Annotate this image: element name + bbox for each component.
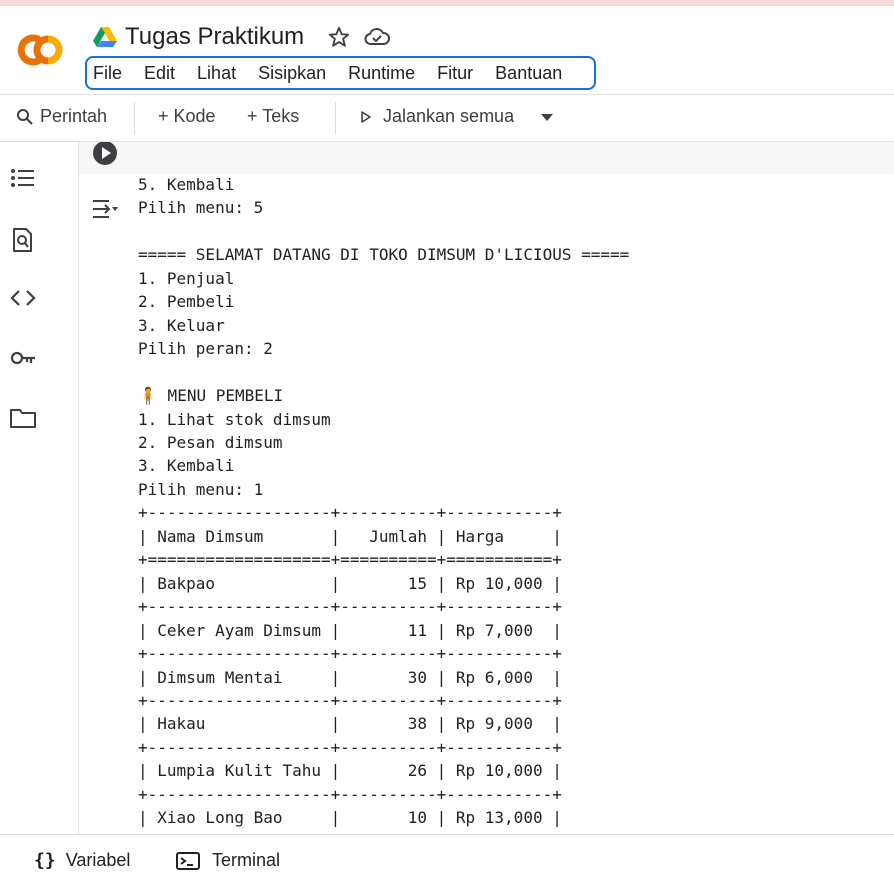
output-actions-icon[interactable] [90,196,120,222]
toc-icon[interactable] [9,164,37,192]
output-line: 5. Kembali [138,175,235,194]
toolbar: Perintah + Kode + Teks Jalankan semua [0,95,894,142]
chevron-down-icon[interactable] [540,113,554,123]
run-all-label: Jalankan semua [383,106,515,126]
run-all-button[interactable]: Jalankan semua [359,106,514,127]
output-line: | Dimsum Mentai | 30 | Rp 6,000 | [138,667,562,687]
secrets-key-icon[interactable] [9,344,37,372]
terminal-button[interactable]: Terminal [176,850,280,871]
output-line: Pilih menu: 5 [138,198,264,218]
braces-icon: {} [34,850,56,871]
output-line: | Xiao Long Bao | 10 | Rp 13,000 | [138,808,562,828]
output-line: Pilih peran: 2 [138,339,273,359]
output-line: 1. Lihat stok dimsum [138,409,331,429]
output-line: 2. Pesan dimsum [138,432,283,452]
star-icon[interactable] [328,26,350,48]
output-line: | Hakau | 38 | Rp 9,000 | [138,714,562,734]
drive-icon[interactable] [93,26,117,48]
output-line: | Nama Dimsum | Jumlah | Harga | [138,526,562,546]
command-label: Perintah [40,106,108,126]
left-sidebar [0,142,49,834]
menu-insert[interactable]: Sisipkan [258,63,326,84]
output-line: ===== SELAMAT DATANG DI TOKO DIMSUM D'LI… [138,245,630,265]
menu-edit[interactable]: Edit [144,63,175,84]
cell-border [78,142,79,834]
output-line: +-------------------+----------+--------… [138,690,562,710]
folder-icon[interactable] [9,404,37,432]
output-line: +-------------------+----------+--------… [138,737,562,757]
output-line: 1. Penjual [138,268,235,288]
menu-bar: File Edit Lihat Sisipkan Runtime Fitur B… [85,56,596,90]
notebook-cell: 5. Kembali Pilih menu: 5 ===== SELAMAT D… [48,142,894,834]
menu-runtime[interactable]: Runtime [348,63,415,84]
cell-output: 5. Kembali Pilih menu: 5 ===== SELAMAT D… [138,173,629,830]
output-line: 🧍 MENU PEMBELI [138,386,284,406]
play-outline-icon [361,110,371,123]
output-line: Pilih menu: 1 [138,479,264,499]
toolbar-divider [335,102,336,134]
output-line: 3. Keluar [138,315,225,335]
terminal-icon [176,851,200,870]
output-line: | Ceker Ayam Dimsum | 11 | Rp 7,000 | [138,620,562,640]
notebook-title[interactable]: Tugas Praktikum [125,23,304,51]
toolbar-divider [134,102,135,134]
output-line: | Bakpao | 15 | Rp 10,000 | [138,573,562,593]
menu-view[interactable]: Lihat [197,63,236,84]
code-snippets-icon[interactable] [9,284,37,312]
output-line: +-------------------+----------+--------… [138,597,562,617]
header: Tugas Praktikum File Edit Lihat Sisipkan… [0,6,894,95]
add-code-button[interactable]: + Kode [158,106,216,127]
command-palette-button[interactable]: Perintah [16,106,107,127]
output-line: +-------------------+----------+--------… [138,644,562,664]
run-cell-button[interactable] [90,142,120,168]
output-line: | Lumpia Kulit Tahu | 26 | Rp 10,000 | [138,761,562,781]
menu-file[interactable]: File [93,63,122,84]
variables-button[interactable]: {} Variabel [34,850,130,871]
add-text-button[interactable]: + Teks [247,106,299,127]
cell-code-area[interactable] [79,142,894,174]
colab-logo-icon[interactable] [14,30,72,70]
output-line: +-------------------+----------+--------… [138,784,562,804]
menu-help[interactable]: Bantuan [495,63,562,84]
variables-label: Variabel [65,850,131,870]
search-icon [17,108,33,125]
terminal-label: Terminal [212,850,281,870]
cloud-saved-icon[interactable] [364,26,390,48]
menu-tools[interactable]: Fitur [437,63,473,84]
bottom-bar: {} Variabel Terminal [0,834,894,875]
output-line: 2. Pembeli [138,292,235,312]
output-line: +===================+==========+========… [138,550,562,570]
output-line: 3. Kembali [138,456,235,476]
find-icon[interactable] [9,226,37,254]
output-line: +-------------------+----------+--------… [138,503,562,523]
